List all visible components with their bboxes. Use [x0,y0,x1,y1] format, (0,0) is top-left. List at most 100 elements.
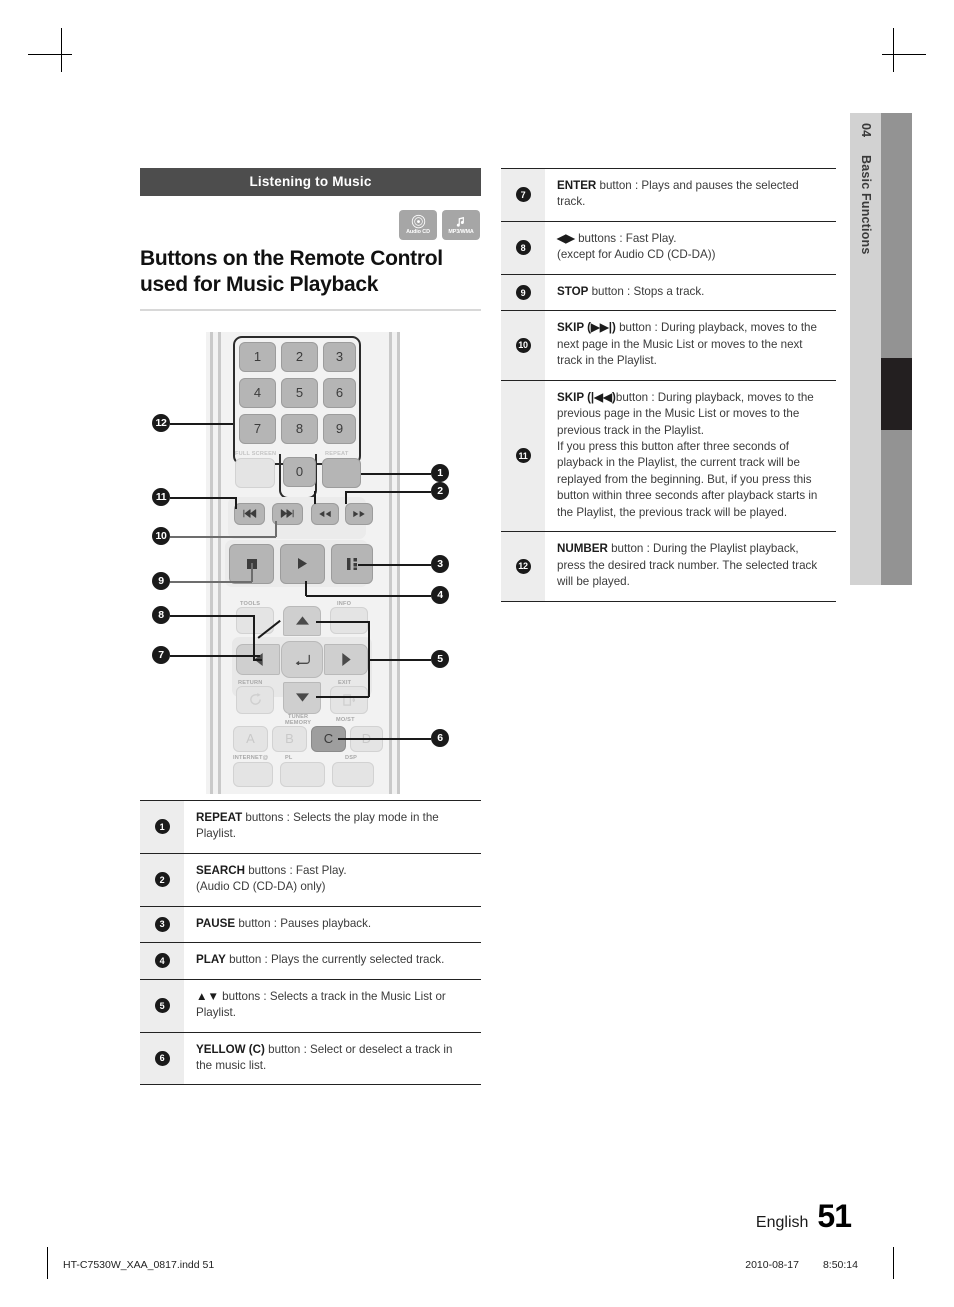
remote-dpad-right-button[interactable] [324,643,368,675]
leader-line-9-h [170,580,252,583]
leader-line-11-v [235,496,237,509]
callout-7: 7 [152,645,170,664]
side-tab-text-wrap: 04 Basic Functions [850,113,881,585]
table-row-number-cell: 3 [140,906,184,943]
table-row-number-badge: 2 [154,872,170,888]
table-row: 10 SKIP (▶▶|) button : During playback, m… [501,311,836,381]
table-row-description: NUMBER button : During the Playlist play… [557,542,818,589]
crop-mark-top-left-vertical [61,28,62,72]
remote-key-1[interactable]: 1 [239,341,276,372]
table-row-button-name: STOP [557,284,589,298]
page-title: Buttons on the Remote Control used for M… [140,247,443,297]
leader-line-10-h [170,535,276,538]
remote-key-6[interactable]: 6 [323,377,356,408]
label-dolby-pl2: PL [285,754,293,761]
leader-line-8-v [253,614,255,660]
remote-key-7[interactable]: 7 [239,413,276,444]
remote-repeat-button[interactable] [322,457,361,488]
remote-skip-previous-button[interactable] [234,502,265,525]
table-row-number-badge: 12 [515,558,531,574]
table-row: 3 PAUSE button : Pauses playback. [140,906,481,944]
remote-enter-button[interactable] [281,640,323,678]
title-underline [140,308,481,311]
remote-rail-right-outer [397,331,400,794]
side-tab-dark-band [881,113,912,585]
button-table-left: 1 REPEAT buttons : Selects the play mode … [140,799,481,1086]
remote-key-0[interactable]: 0 [283,456,316,487]
chapter-name: Basic Functions [859,155,873,255]
remote-skip-next-button[interactable] [272,502,303,525]
table-row: 11 SKIP (|◀◀)button : During playback, mo… [501,380,836,533]
remote-return-button[interactable] [236,685,274,714]
table-row-number-cell: 7 [501,169,545,221]
table-row-description: SEARCH buttons : Fast Play. (Audio CD (CD… [196,863,347,894]
remote-color-button-b[interactable]: B [272,725,307,752]
badge-audio-cd: Audio CD [399,210,437,240]
callout-9: 9 [152,571,170,590]
footer-file-name: HT-C7530W_XAA_0817.indd 51 [63,1259,215,1271]
remote-color-button-a[interactable]: A [233,725,268,752]
remote-key-3[interactable]: 3 [323,341,356,372]
table-row: 1 REPEAT buttons : Selects the play mode … [140,800,481,854]
skip-next-icon [280,509,294,519]
table-row-number-badge: 4 [154,953,170,969]
callout-11: 11 [152,487,170,506]
table-row-description: ◀▶ buttons : Fast Play. (except for Audio… [557,231,716,262]
leader-line-10-v [275,520,277,537]
leader-line-8-h [170,614,254,617]
leader-line-12 [170,422,233,425]
footer-page-number: 51 [817,1198,852,1234]
right-column: 7 ENTER button : Plays and pauses the sel… [501,168,836,602]
remote-full-screen-button[interactable] [235,457,275,488]
play-icon [298,558,307,570]
remote-exit-button[interactable] [330,685,368,714]
leader-line-5-up [316,620,369,623]
audio-cd-disc-icon [411,214,426,229]
remote-control-diagram: 1 2 3 4 5 6 7 8 9 0 FULL SCREEN REPEAT T… [140,325,481,800]
chapter-number: 04 [859,123,873,138]
label-dsp: DSP [345,754,358,761]
leader-line-9-v [251,562,253,582]
remote-key-5[interactable]: 5 [281,377,318,408]
remote-fast-forward-button[interactable] [345,502,373,525]
leader-line-6 [338,737,431,740]
table-row-number-cell: 11 [501,380,545,532]
side-tab-inner: 04 Basic Functions [850,123,881,255]
table-row-number-cell: 10 [501,311,545,380]
leader-line-2-v [345,490,347,504]
table-row-description: SKIP (▶▶|) button : During playback, mov… [557,321,817,368]
leader-line-8-h2 [253,658,262,661]
label-full-screen: FULL SCREEN [235,450,277,457]
remote-key-9[interactable]: 9 [323,413,356,444]
table-row-button-name: NUMBER [557,542,608,556]
table-row-number-badge: 1 [154,819,170,835]
table-row-button-name: PAUSE [196,916,236,930]
callout-5: 5 [431,649,449,668]
table-row-number-cell: 4 [140,943,184,979]
callout-4: 4 [431,585,449,604]
footer-rule-right [893,1247,894,1279]
remote-dsp-button[interactable] [332,761,374,787]
table-row-button-name: ▲▼ [196,989,219,1003]
table-row-button-name: REPEAT [196,810,243,824]
remote-dolby-button[interactable] [280,761,325,787]
table-row-button-name: ◀▶ [557,231,575,245]
remote-internet-button[interactable] [233,761,273,787]
remote-key-4[interactable]: 4 [239,377,276,408]
table-row-number-badge: 5 [154,998,170,1014]
badge-mp3-wma: MP3/WMA [442,210,480,240]
remote-rewind-button[interactable] [311,502,339,525]
remote-play-button[interactable] [280,543,325,584]
label-most: MO/ST [336,716,355,723]
table-row-button-name: SEARCH [196,863,245,877]
remote-key-2[interactable]: 2 [281,341,318,372]
table-row-number-badge: 10 [515,337,531,353]
remote-dpad-down-button[interactable] [283,681,321,714]
arrow-up-icon [295,616,309,626]
table-row: 12 NUMBER button : During the Playlist pl… [501,532,836,602]
remote-key-8[interactable]: 8 [281,413,318,444]
callout-6: 6 [431,728,449,747]
table-row-number-cell: 1 [140,800,184,853]
table-row-description: ▲▼ buttons : Selects a track in the Musi… [196,989,446,1020]
table-row-number-badge: 3 [154,916,170,932]
